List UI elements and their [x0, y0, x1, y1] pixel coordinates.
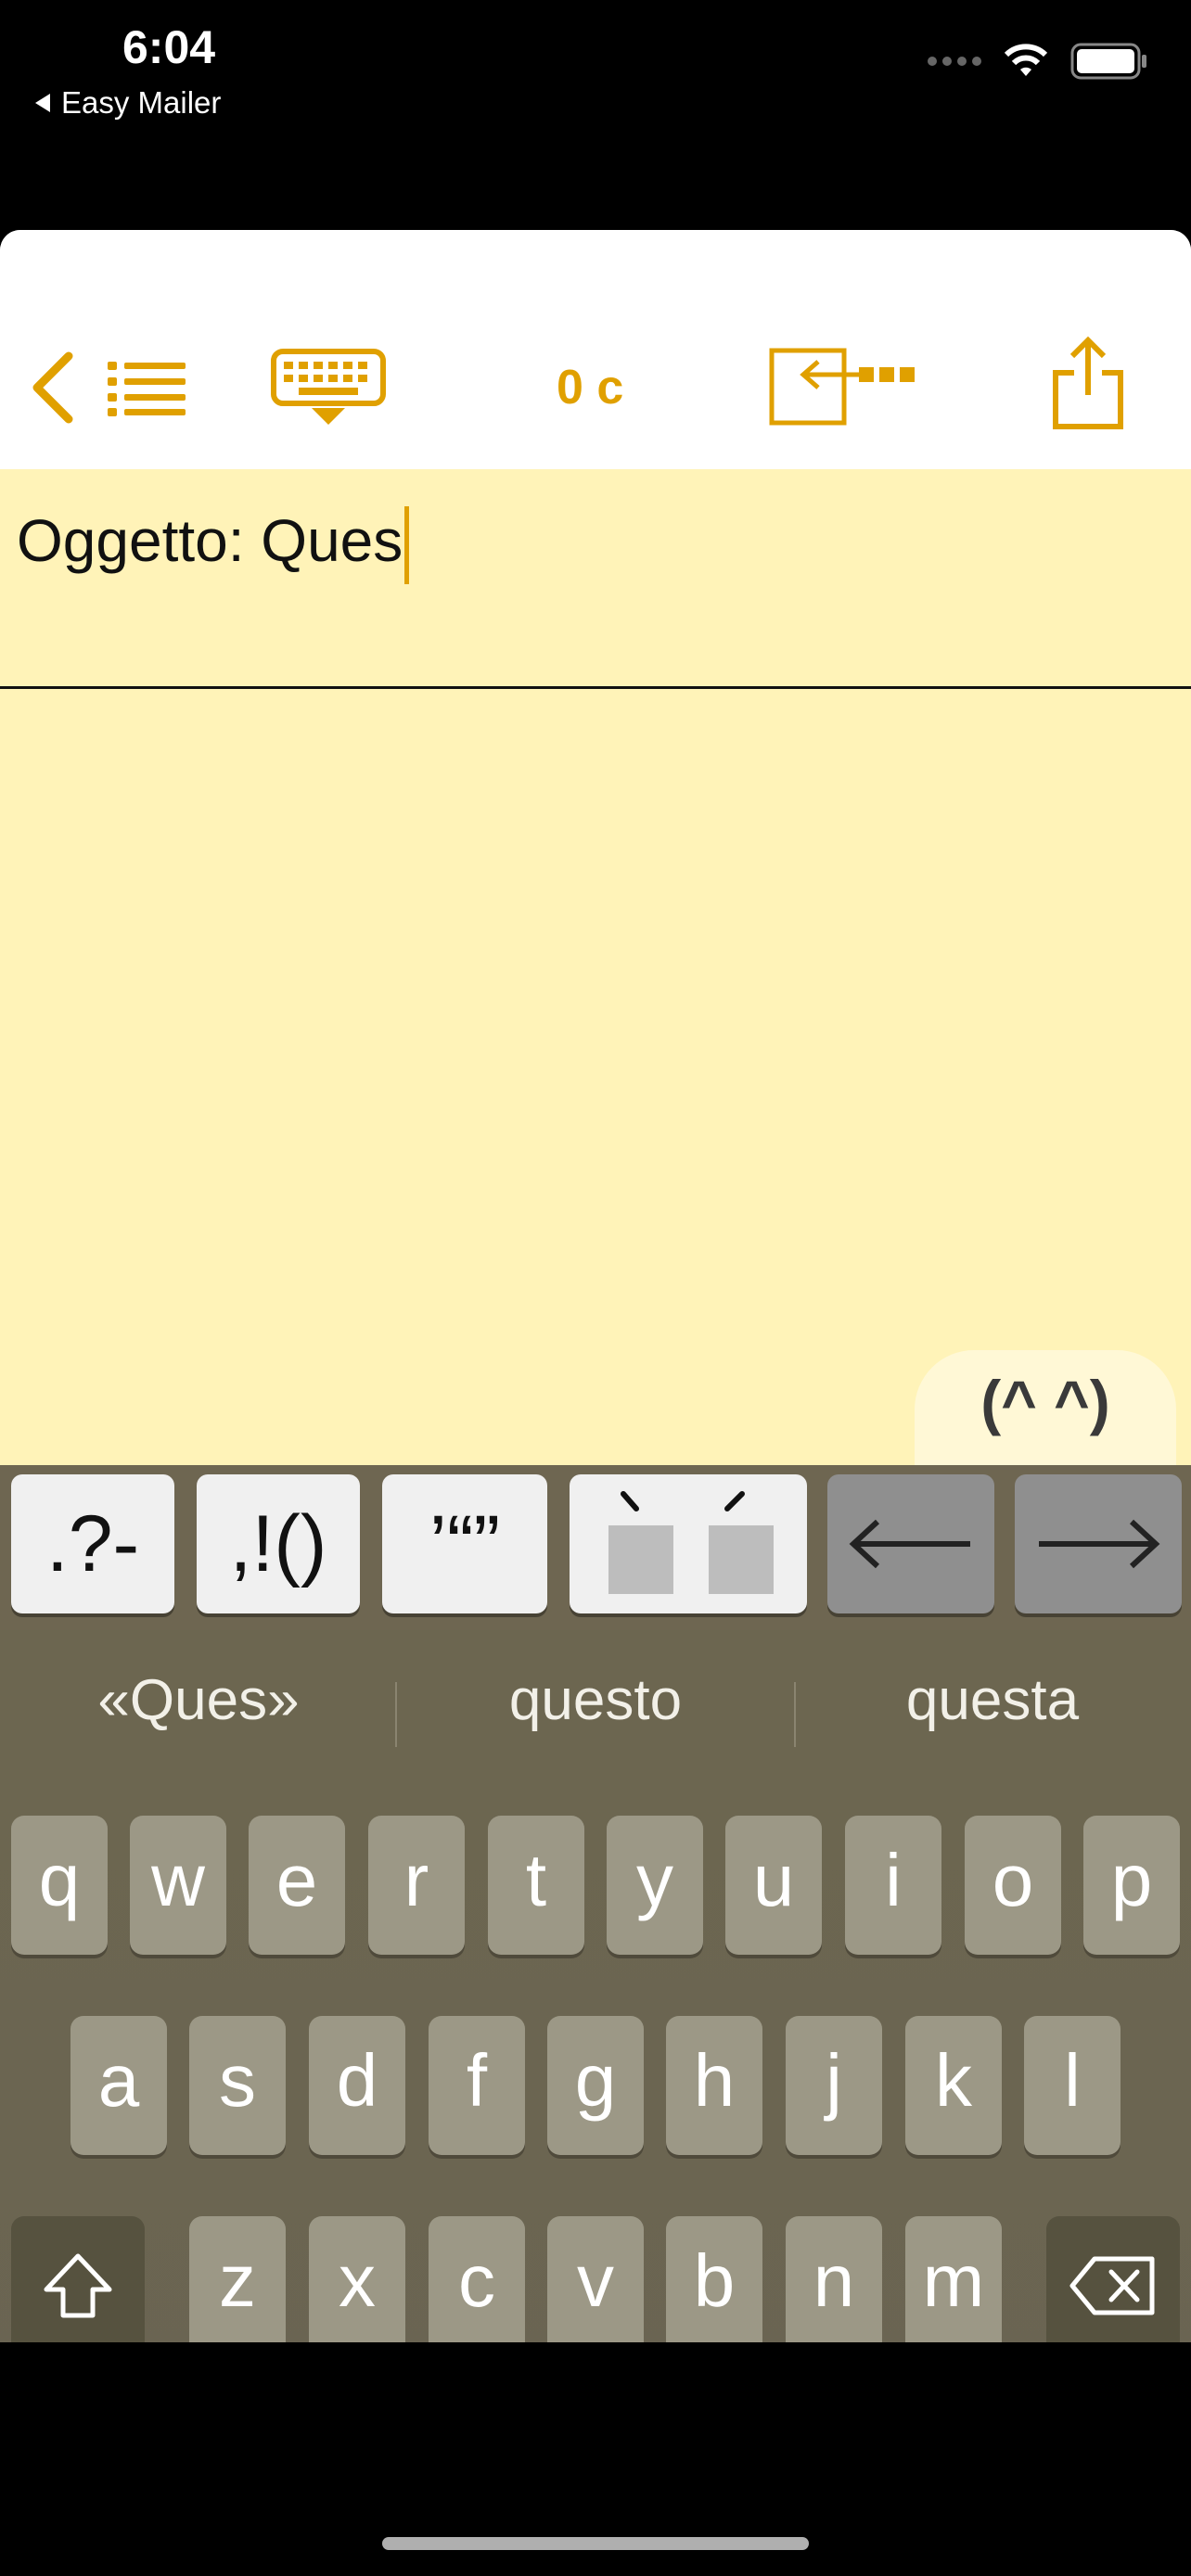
insert-text-icon[interactable]: [768, 347, 926, 427]
status-time: 6:04: [122, 21, 216, 73]
accessory-bar: .?- ,!() ’“”: [0, 1465, 1191, 1630]
key-k[interactable]: k: [905, 2016, 1002, 2155]
key-c[interactable]: c: [429, 2216, 525, 2342]
key-r[interactable]: r: [368, 1816, 465, 1955]
arrow-left-icon: [849, 1519, 970, 1569]
arrow-right-icon: [1039, 1519, 1160, 1569]
key-z[interactable]: z: [189, 2216, 286, 2342]
suggestion-2[interactable]: questo: [397, 1667, 794, 1733]
signal-dots-icon: [928, 57, 981, 66]
text-cursor: [404, 506, 410, 585]
keyboard-dismiss-icon[interactable]: [271, 349, 386, 427]
key-x[interactable]: x: [309, 2216, 405, 2342]
subject-divider: [0, 686, 1191, 689]
key-p[interactable]: p: [1083, 1816, 1180, 1955]
shift-arrow-icon: [44, 2253, 112, 2318]
emoticon-tab[interactable]: (^ ^): [915, 1350, 1176, 1471]
key-e[interactable]: e: [249, 1816, 345, 1955]
key-t[interactable]: t: [488, 1816, 584, 1955]
key-l[interactable]: l: [1024, 2016, 1121, 2155]
app-sheet: 0 c Oggetto: Ques (^ ^) .?- ,!() ’“” «Qu…: [0, 230, 1191, 2342]
key-n[interactable]: n: [786, 2216, 882, 2342]
key-g[interactable]: g: [547, 2016, 644, 2155]
back-app-label: Easy Mailer: [61, 85, 222, 120]
shift-key[interactable]: [11, 2216, 145, 2342]
key-a[interactable]: a: [70, 2016, 167, 2155]
wifi-icon: [1004, 44, 1048, 76]
key-q[interactable]: q: [11, 1816, 108, 1955]
suggestion-3[interactable]: questa: [794, 1667, 1191, 1733]
cursor-left-key[interactable]: [827, 1474, 994, 1613]
key-o[interactable]: o: [965, 1816, 1061, 1955]
keyboard: «Ques» questo questa q w e r t y u i o p…: [0, 1630, 1191, 2342]
key-f[interactable]: f: [429, 2016, 525, 2155]
key-s[interactable]: s: [189, 2016, 286, 2155]
delete-key[interactable]: [1046, 2216, 1180, 2342]
message-editor[interactable]: Oggetto: Ques (^ ^): [0, 469, 1191, 1471]
back-chevron-icon[interactable]: [28, 351, 76, 425]
back-triangle-icon: [35, 94, 50, 112]
key-y[interactable]: y: [607, 1816, 703, 1955]
subject-line[interactable]: Oggetto: Ques: [17, 506, 410, 585]
toolbar: 0 c: [0, 230, 1191, 469]
back-to-app[interactable]: Easy Mailer: [33, 85, 221, 121]
battery-icon: [1070, 43, 1146, 80]
status-icons: [928, 43, 1150, 80]
cursor-right-key[interactable]: [1015, 1474, 1182, 1613]
quotes-key[interactable]: ’“”: [382, 1474, 547, 1613]
key-h[interactable]: h: [666, 2016, 762, 2155]
key-d[interactable]: d: [309, 2016, 405, 2155]
punctuation-key-2[interactable]: ,!(): [197, 1474, 360, 1613]
home-indicator[interactable]: [382, 2537, 809, 2550]
key-w[interactable]: w: [130, 1816, 226, 1955]
subject-text: Oggetto: Ques: [17, 507, 403, 574]
backspace-icon: [1069, 2256, 1155, 2315]
key-j[interactable]: j: [786, 2016, 882, 2155]
key-b[interactable]: b: [666, 2216, 762, 2342]
key-u[interactable]: u: [725, 1816, 822, 1955]
character-counter: 0 c: [557, 361, 624, 414]
punctuation-key-1[interactable]: .?-: [11, 1474, 174, 1613]
accent-key[interactable]: [570, 1474, 807, 1613]
share-icon[interactable]: [1050, 336, 1126, 430]
accent-marks-icon: [608, 1491, 774, 1594]
key-m[interactable]: m: [905, 2216, 1002, 2342]
key-v[interactable]: v: [547, 2216, 644, 2342]
suggestion-1[interactable]: «Ques»: [0, 1667, 397, 1733]
key-i[interactable]: i: [845, 1816, 941, 1955]
list-icon[interactable]: [108, 360, 187, 417]
